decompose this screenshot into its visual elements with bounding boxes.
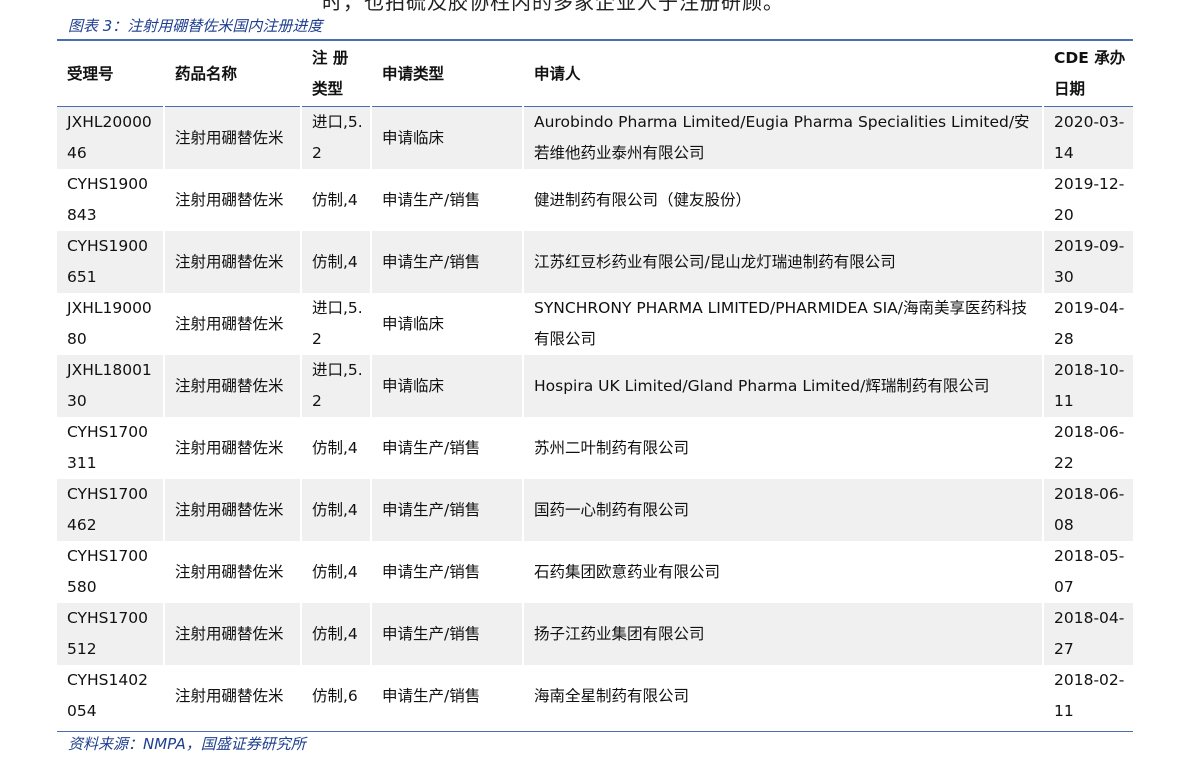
- table-bottom-rule: [57, 731, 1133, 732]
- cell-cde-date: 2018-06-22: [1042, 417, 1133, 479]
- cell-acceptance-no: JXHL2000046: [57, 106, 164, 169]
- cell-acceptance-no: CYHS1900651: [57, 231, 164, 293]
- cell-registration-type: 进口,5.2: [300, 106, 371, 169]
- cell-acceptance-no: CYHS1900843: [57, 169, 164, 231]
- cell-cde-date: 2020-03-14: [1042, 106, 1133, 169]
- cell-applicant: 海南全星制药有限公司: [522, 665, 1043, 727]
- cell-application-type: 申请生产/销售: [370, 541, 523, 603]
- cell-registration-type: 仿制,4: [300, 169, 371, 231]
- cell-acceptance-no: CYHS1402054: [57, 665, 164, 727]
- table-row: CYHS1700311 注射用硼替佐米 仿制,4 申请生产/销售 苏州二叶制药有限公司 2…: [57, 417, 1133, 479]
- cell-acceptance-no: CYHS1700462: [57, 479, 164, 541]
- cell-drug-name: 注射用硼替佐米: [163, 665, 301, 727]
- cell-registration-type: 仿制,4: [300, 603, 371, 665]
- cell-application-type: 申请生产/销售: [370, 665, 523, 727]
- column-header-registration-type: 注 册 类型: [300, 42, 371, 107]
- cell-cde-date: 2018-10-11: [1042, 355, 1133, 417]
- column-header-application-type: 申请类型: [370, 42, 523, 107]
- cell-drug-name: 注射用硼替佐米: [163, 169, 301, 231]
- table-row: JXHL2000046 注射用硼替佐米 进口,5.2 申请临床 Aurobindo Ph…: [57, 106, 1133, 169]
- table-top-rule: [57, 39, 1133, 41]
- cell-drug-name: 注射用硼替佐米: [163, 231, 301, 293]
- cell-registration-type: 仿制,4: [300, 231, 371, 293]
- cell-applicant: 扬子江药业集团有限公司: [522, 603, 1043, 665]
- table-row: JXHL1800130 注射用硼替佐米 进口,5.2 申请临床 Hospira UK L…: [57, 355, 1133, 417]
- cell-applicant: 江苏红豆杉药业有限公司/昆山龙灯瑞迪制药有限公司: [522, 231, 1043, 293]
- column-header-acceptance-no: 受理号: [57, 42, 164, 107]
- cell-drug-name: 注射用硼替佐米: [163, 603, 301, 665]
- cell-applicant: Aurobindo Pharma Limited/Eugia Pharma Sp…: [522, 106, 1043, 169]
- cell-application-type: 申请生产/销售: [370, 169, 523, 231]
- table-row: CYHS1900651 注射用硼替佐米 仿制,4 申请生产/销售 江苏红豆杉药业有限公司…: [57, 231, 1133, 293]
- cell-application-type: 申请生产/销售: [370, 479, 523, 541]
- cell-cde-date: 2018-02-11: [1042, 665, 1133, 727]
- table-row: JXHL1900080 注射用硼替佐米 进口,5.2 申请临床 SYNCHRONY PH…: [57, 293, 1133, 355]
- cell-drug-name: 注射用硼替佐米: [163, 479, 301, 541]
- cell-applicant: 国药一心制药有限公司: [522, 479, 1043, 541]
- cell-drug-name: 注射用硼替佐米: [163, 541, 301, 603]
- cell-drug-name: 注射用硼替佐米: [163, 417, 301, 479]
- table-row: CYHS1700512 注射用硼替佐米 仿制,4 申请生产/销售 扬子江药业集团有限公司…: [57, 603, 1133, 665]
- table-row: CYHS1900843 注射用硼替佐米 仿制,4 申请生产/销售 健进制药有限公司（健友…: [57, 169, 1133, 231]
- cell-application-type: 申请临床: [370, 106, 523, 169]
- cell-acceptance-no: JXHL1800130: [57, 355, 164, 417]
- cell-applicant: SYNCHRONY PHARMA LIMITED/PHARMIDEA SIA/海…: [522, 293, 1043, 355]
- cell-registration-type: 进口,5.2: [300, 293, 371, 355]
- column-header-applicant: 申请人: [522, 42, 1043, 107]
- column-header-drug-name: 药品名称: [163, 42, 301, 107]
- cell-application-type: 申请生产/销售: [370, 417, 523, 479]
- cell-drug-name: 注射用硼替佐米: [163, 355, 301, 417]
- cell-application-type: 申请生产/销售: [370, 231, 523, 293]
- cell-cde-date: 2019-04-28: [1042, 293, 1133, 355]
- table-row: CYHS1700462 注射用硼替佐米 仿制,4 申请生产/销售 国药一心制药有限公司 2…: [57, 479, 1133, 541]
- table-body: JXHL2000046 注射用硼替佐米 进口,5.2 申请临床 Aurobindo Ph…: [57, 106, 1133, 727]
- table-caption: 图表 3：注射用硼替佐米国内注册进度: [68, 17, 323, 35]
- cell-registration-type: 仿制,4: [300, 541, 371, 603]
- cell-applicant: 苏州二叶制药有限公司: [522, 417, 1043, 479]
- cell-acceptance-no: CYHS1700512: [57, 603, 164, 665]
- cell-cde-date: 2019-09-30: [1042, 231, 1133, 293]
- cell-registration-type: 进口,5.2: [300, 355, 371, 417]
- cell-cde-date: 2018-06-08: [1042, 479, 1133, 541]
- registration-table: 受理号 药品名称 注 册 类型 申请类型 申请人 CDE 承办日期 JXHL20…: [57, 42, 1133, 727]
- cell-acceptance-no: CYHS1700311: [57, 417, 164, 479]
- cell-application-type: 申请生产/销售: [370, 603, 523, 665]
- cell-cde-date: 2018-04-27: [1042, 603, 1133, 665]
- previous-paragraph-fragment: 时，也拍硫及胶协柱内的多家企业人于注册研顾。: [322, 0, 784, 14]
- table-header-row: 受理号 药品名称 注 册 类型 申请类型 申请人 CDE 承办日期: [57, 42, 1133, 107]
- cell-acceptance-no: JXHL1900080: [57, 293, 164, 355]
- cell-registration-type: 仿制,6: [300, 665, 371, 727]
- table-row: CYHS1700580 注射用硼替佐米 仿制,4 申请生产/销售 石药集团欧意药业有限公…: [57, 541, 1133, 603]
- cell-cde-date: 2018-05-07: [1042, 541, 1133, 603]
- cell-application-type: 申请临床: [370, 355, 523, 417]
- cell-applicant: 石药集团欧意药业有限公司: [522, 541, 1043, 603]
- table-row: CYHS1402054 注射用硼替佐米 仿制,6 申请生产/销售 海南全星制药有限公司 2…: [57, 665, 1133, 727]
- source-note: 资料来源：NMPA，国盛证券研究所: [68, 735, 306, 753]
- cell-application-type: 申请临床: [370, 293, 523, 355]
- cell-drug-name: 注射用硼替佐米: [163, 293, 301, 355]
- cell-applicant: 健进制药有限公司（健友股份）: [522, 169, 1043, 231]
- cell-acceptance-no: CYHS1700580: [57, 541, 164, 603]
- cell-registration-type: 仿制,4: [300, 417, 371, 479]
- column-header-cde-date: CDE 承办日期: [1042, 42, 1133, 107]
- cell-registration-type: 仿制,4: [300, 479, 371, 541]
- cell-applicant: Hospira UK Limited/Gland Pharma Limited/…: [522, 355, 1043, 417]
- cell-cde-date: 2019-12-20: [1042, 169, 1133, 231]
- cell-drug-name: 注射用硼替佐米: [163, 106, 301, 169]
